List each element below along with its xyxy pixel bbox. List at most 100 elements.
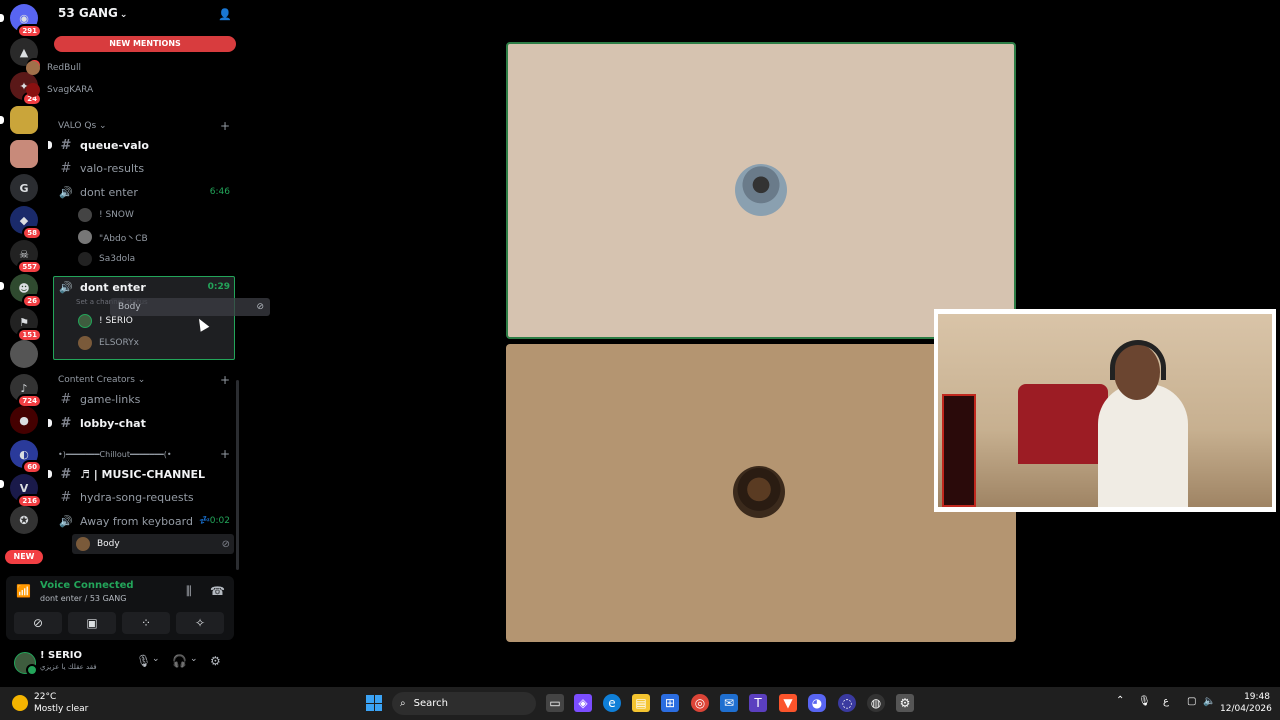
category-content-creators[interactable]: Content Creators ⌄ + — [58, 373, 236, 387]
server-icon[interactable]: ⚑ 151 — [10, 308, 42, 342]
voice-user[interactable]: RedBull — [26, 58, 186, 78]
username: Body — [118, 302, 141, 312]
channel-label: lobby-chat — [80, 416, 146, 430]
brave-icon[interactable]: ▼ — [779, 694, 797, 712]
headphones-icon[interactable]: 🎧 — [172, 654, 187, 668]
add-channel-icon[interactable]: + — [220, 373, 230, 387]
screen-share-button[interactable]: ▣ — [68, 612, 116, 634]
badge: 557 — [17, 260, 42, 274]
settings-gear-icon[interactable]: ⚙ — [210, 654, 221, 668]
noise-suppression-icon[interactable]: ⫼ — [186, 584, 192, 599]
camera-off-button[interactable]: ⊘ — [14, 612, 62, 634]
clock-time[interactable]: 19:48 — [1226, 692, 1270, 702]
server-icon[interactable]: ☻ 26 — [10, 274, 42, 308]
avatar — [26, 61, 40, 75]
channel-song-requests[interactable]: # hydra-song-requests — [54, 487, 236, 507]
store-icon[interactable]: ⊞ — [661, 694, 679, 712]
voice-user[interactable]: SvagKARA — [26, 80, 186, 100]
clock-date[interactable]: 12/04/2026 — [1220, 704, 1272, 714]
voice-user[interactable]: ! SNOW — [78, 205, 238, 225]
weather-temp[interactable]: 22°C — [34, 692, 56, 702]
channel-music[interactable]: # ♬ | MUSIC-CHANNEL — [48, 464, 236, 484]
server-icon[interactable] — [10, 340, 38, 368]
chrome-icon[interactable]: ◎ — [691, 694, 709, 712]
username: ! SERIO — [99, 316, 133, 326]
disconnect-icon[interactable]: ☎ — [210, 584, 225, 598]
edge-icon[interactable]: e — [603, 694, 621, 712]
weather-icon[interactable] — [12, 695, 28, 711]
chevron-up-icon[interactable]: ⌃ — [1116, 695, 1124, 706]
chevron-down-icon[interactable]: ⌄ — [190, 654, 198, 664]
unread-pip — [48, 419, 52, 427]
voice-user[interactable]: Sa3dola — [78, 249, 238, 269]
voice-channel-dont-enter[interactable]: 🔊 dont enter 6:46 — [54, 182, 236, 202]
invite-people-icon[interactable]: 👤 — [218, 8, 232, 21]
volume-icon[interactable]: 🔈 — [1203, 696, 1215, 707]
mute-icon: ⊘ — [221, 538, 230, 550]
file-explorer-icon[interactable]: ▤ — [632, 694, 650, 712]
copilot-icon[interactable]: ◈ — [574, 694, 592, 712]
user-avatar[interactable] — [14, 652, 38, 676]
network-icon[interactable]: ▢ — [1187, 696, 1196, 707]
speaker-icon: 🔊 — [59, 185, 73, 199]
username: Sa3dola — [99, 254, 136, 264]
mail-icon[interactable]: ✉ — [720, 694, 738, 712]
channel-game-links[interactable]: # game-links — [54, 389, 236, 409]
badge: 58 — [22, 226, 42, 240]
server-icon[interactable]: ◐ 60 — [10, 440, 42, 474]
taskbar-search[interactable]: ⌕ Search — [392, 692, 536, 715]
server-icon[interactable] — [10, 140, 38, 168]
headset — [1110, 340, 1166, 380]
new-unreads-pill[interactable]: NEW — [5, 550, 43, 564]
settings-gear-icon[interactable]: ⚙ — [896, 694, 914, 712]
channel-valo-results[interactable]: # valo-results — [54, 158, 236, 178]
input-language[interactable]: ع — [1163, 696, 1169, 707]
hash-icon: # — [60, 415, 72, 431]
voice-channel-afk[interactable]: 🔊 Away from keyboard 💤 0:02 — [54, 511, 236, 531]
voice-timer: 0:02 — [209, 516, 230, 526]
activities-button[interactable]: ⁘ — [122, 612, 170, 634]
dragged-user[interactable]: Body ⊘ — [110, 298, 270, 316]
chevron-down-icon[interactable]: ⌄ — [152, 654, 160, 664]
voice-channel-path[interactable]: dont enter / 53 GANG — [40, 594, 126, 603]
direct-messages-icon[interactable]: ◉ 291 — [10, 4, 42, 38]
category-valo[interactable]: VALO Qs ⌄ + — [58, 119, 236, 133]
microphone-icon[interactable]: 🎙 — [136, 654, 151, 668]
server-icon[interactable]: V 216 — [10, 474, 42, 508]
channel-queue-valo[interactable]: # queue-valo — [48, 135, 236, 155]
discord-app: ◉291 ▲4 ✦24 G ◆58 ☠557 ☻26 ⚑151 ♪724 ● ◐… — [0, 0, 1280, 720]
soundboard-button[interactable]: ✧ — [176, 612, 224, 634]
user-name[interactable]: ! SERIO — [40, 650, 82, 661]
sidebar-scrollbar[interactable] — [236, 380, 239, 570]
server-icon[interactable]: ☠ 557 — [10, 240, 42, 274]
server-icon[interactable]: ◆ 58 — [10, 206, 42, 240]
chevron-down-icon: ⌄ — [137, 375, 146, 385]
app-icon[interactable]: ◌ — [838, 694, 856, 712]
add-channel-icon[interactable]: + — [220, 119, 230, 133]
teams-icon[interactable]: T — [749, 694, 767, 712]
participant-tile-speaking[interactable] — [506, 42, 1016, 339]
add-channel-icon[interactable]: + — [220, 447, 230, 461]
server-icon-g[interactable]: G — [10, 174, 38, 202]
microphone-icon[interactable]: 🎙 — [1138, 696, 1151, 707]
app-icon[interactable]: ◍ — [867, 694, 885, 712]
signal-icon[interactable]: 📶 — [16, 584, 31, 598]
voice-user[interactable]: Body ⊘ — [72, 534, 234, 554]
task-view-icon[interactable]: ▭ — [546, 694, 564, 712]
participant-avatar — [735, 164, 787, 216]
server-header[interactable]: 53 GANG ⌄ — [58, 6, 238, 22]
server-icon[interactable] — [10, 106, 38, 134]
channel-lobby-chat[interactable]: # lobby-chat — [48, 413, 236, 433]
category-chillout[interactable]: •)━━━━━━━Chillout━━━━━━━(• + — [58, 447, 236, 461]
channel-label: game-links — [80, 392, 141, 406]
discord-icon[interactable]: ◕ — [808, 694, 826, 712]
server-icon[interactable]: ● — [10, 406, 38, 434]
start-button[interactable] — [366, 695, 382, 711]
voice-user[interactable]: "Abdo丶CB — [78, 227, 238, 247]
voice-user[interactable]: ELSORYx — [78, 333, 238, 353]
server-icon[interactable]: ♪ 724 — [10, 374, 42, 408]
server-icon[interactable]: ✪ — [10, 506, 38, 534]
new-mentions-bar[interactable]: NEW MENTIONS — [54, 36, 236, 52]
weather-desc[interactable]: Mostly clear — [34, 704, 88, 714]
voice-status[interactable]: Voice Connected — [40, 580, 134, 591]
